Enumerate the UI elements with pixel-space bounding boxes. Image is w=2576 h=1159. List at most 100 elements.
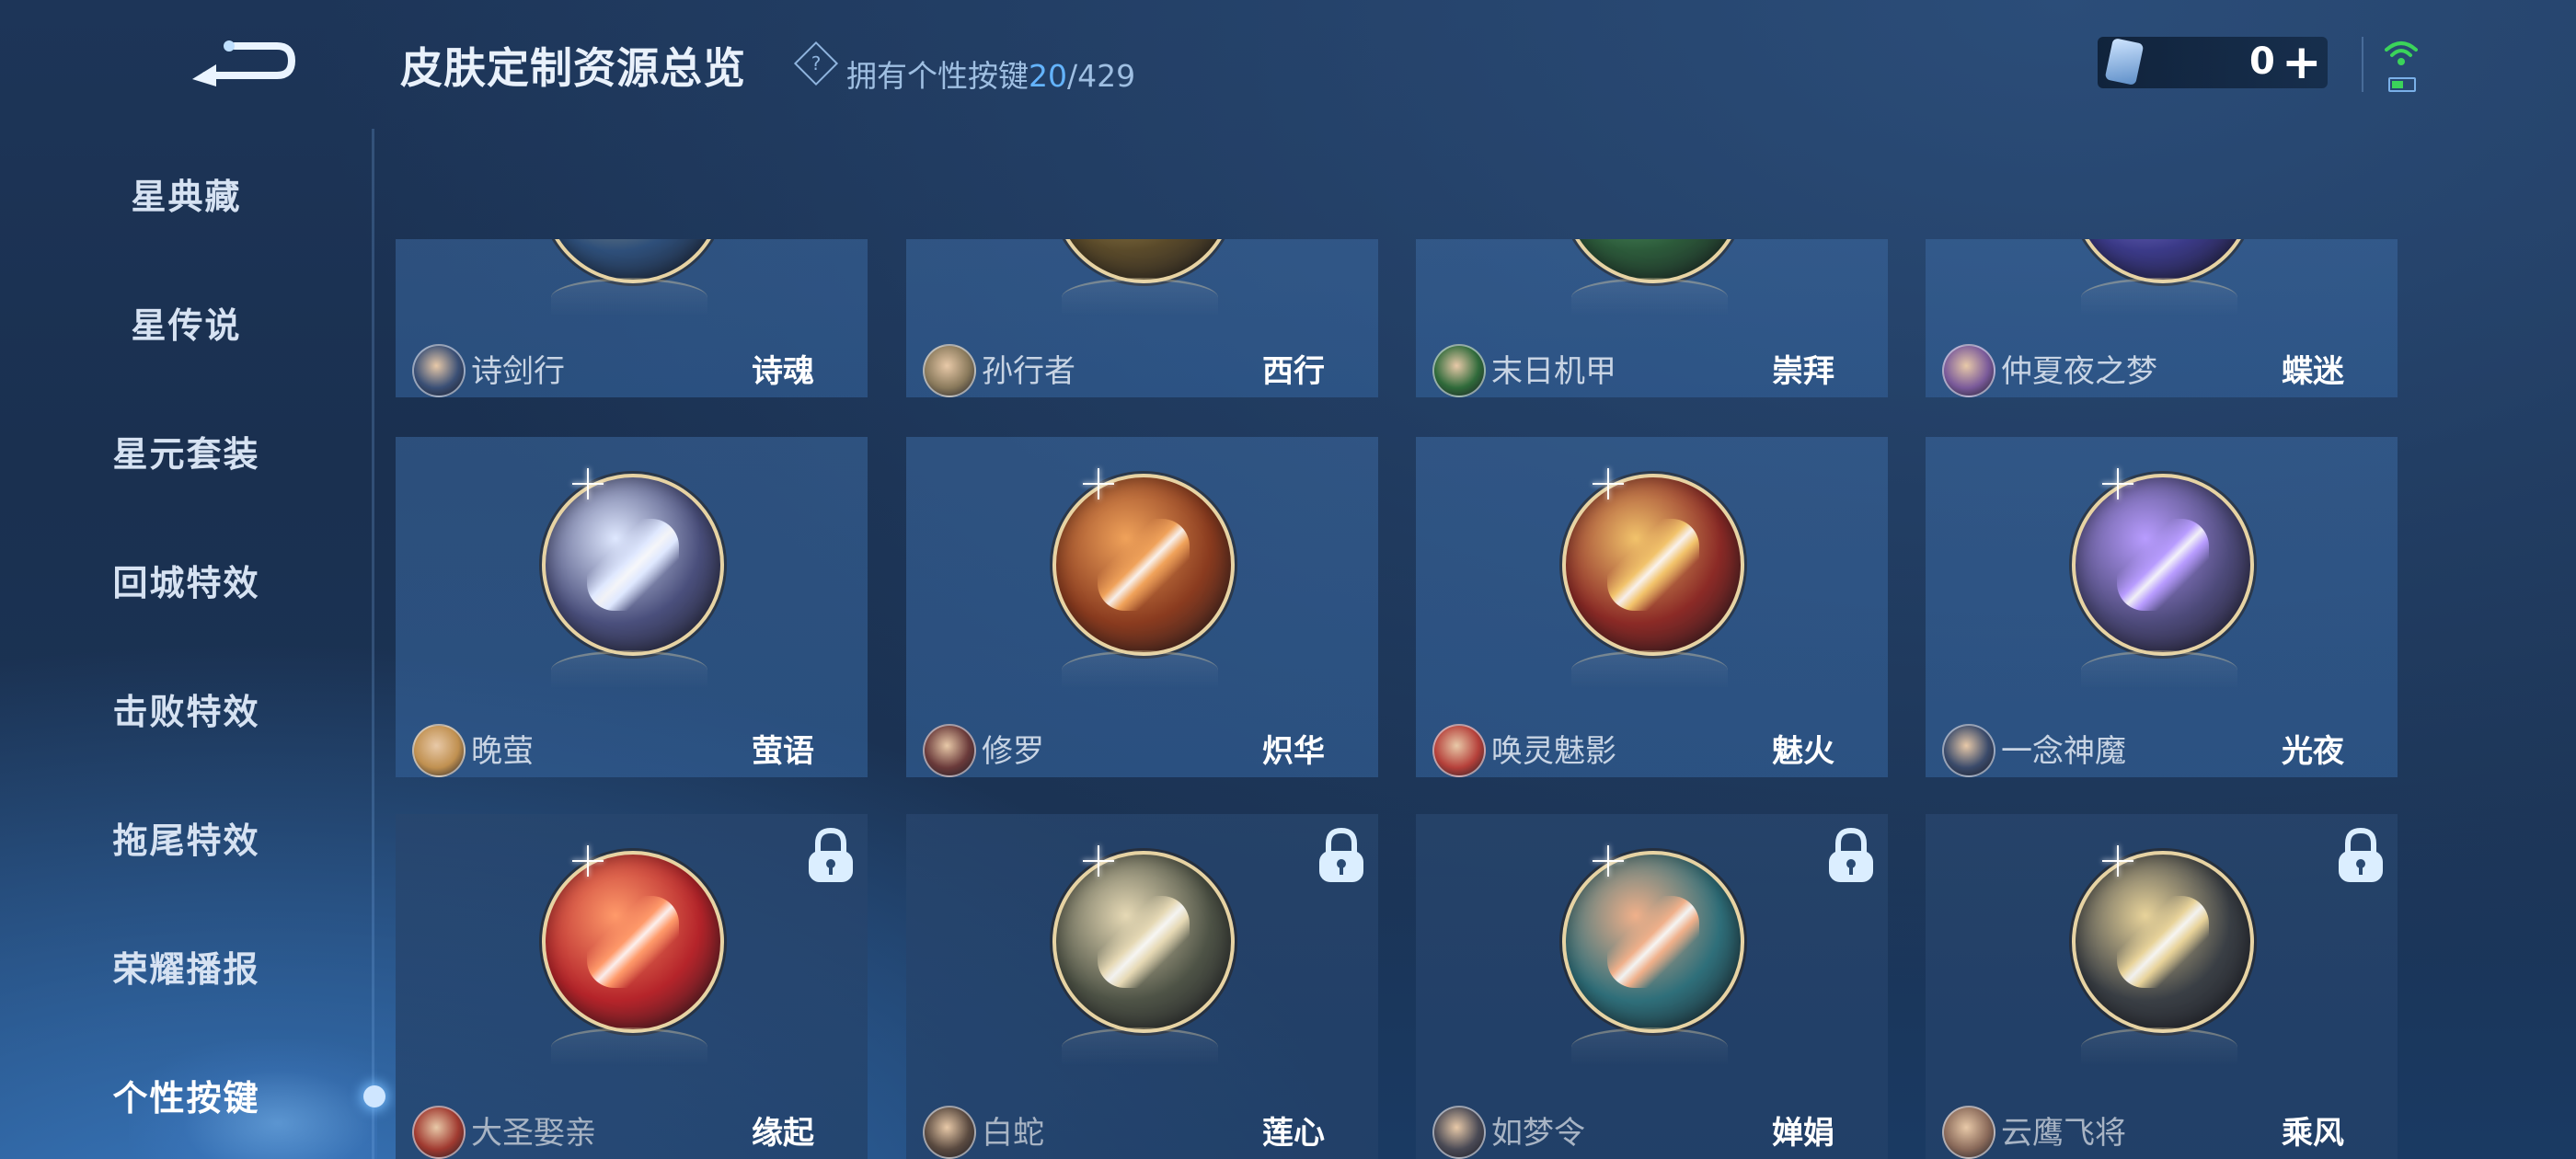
page-title: 皮肤定制资源总览 — [400, 43, 746, 93]
skin-emblem-icon — [542, 239, 724, 283]
skin-card[interactable]: 孙行者 西行 — [906, 239, 1378, 397]
sparkle-icon — [1083, 845, 1114, 877]
sidebar-item-label: 星典藏 — [131, 176, 242, 217]
hero-name: 唤灵魅影 — [1491, 733, 1616, 770]
sidebar-item-star-suit[interactable]: 星元套装 — [0, 409, 373, 492]
skin-card[interactable]: 修罗 炽华 — [906, 437, 1378, 777]
add-currency-button[interactable]: + — [2282, 37, 2322, 88]
lock-icon — [2339, 827, 2383, 882]
owned-count: 20 — [1029, 58, 1067, 94]
hero-name: 修罗 — [982, 733, 1044, 770]
skin-card[interactable]: 白蛇 莲心 — [906, 814, 1378, 1159]
sparkle-icon — [1083, 468, 1114, 499]
skin-card[interactable]: 如梦令 婵娟 — [1416, 814, 1888, 1159]
owned-total: /429 — [1067, 58, 1136, 94]
back-arrow-icon — [192, 40, 296, 86]
skin-card[interactable]: 末日机甲 崇拜 — [1416, 239, 1888, 397]
hero-avatar — [1432, 724, 1486, 777]
hero-avatar — [923, 1106, 976, 1159]
active-indicator-dot — [363, 1085, 385, 1107]
hero-avatar — [1432, 344, 1486, 397]
skin-card[interactable]: 诗剑行 诗魂 — [396, 239, 868, 397]
card-footer: 仲夏夜之梦 蝶迷 — [1926, 333, 2398, 397]
skin-card[interactable]: 云鹰飞将 乘风 — [1926, 814, 2398, 1159]
hero-name: 一念神魔 — [2001, 733, 2126, 770]
hero-avatar — [1432, 1106, 1486, 1159]
card-footer: 大圣娶亲 缘起 — [396, 1095, 868, 1159]
skin-name: 魅火 — [1772, 733, 1834, 770]
skin-name: 崇拜 — [1772, 353, 1834, 390]
skin-emblem-icon — [2072, 851, 2254, 1033]
help-icon[interactable]: ? — [793, 40, 839, 86]
emblem-reflection — [1571, 650, 1728, 690]
skin-emblem-icon — [1052, 851, 1235, 1033]
currency-display: 0 + — [2098, 37, 2328, 88]
skin-name: 萤语 — [752, 733, 814, 770]
skin-card[interactable]: 晚萤 萤语 — [396, 437, 868, 777]
emblem-reflection — [1571, 278, 1728, 317]
skin-emblem-icon — [1052, 239, 1235, 283]
hero-avatar — [1942, 344, 1995, 397]
currency-value: 0 — [2249, 40, 2275, 83]
crystal-card-icon — [2104, 37, 2145, 86]
card-footer: 末日机甲 崇拜 — [1416, 333, 1888, 397]
skin-name: 西行 — [1262, 353, 1325, 390]
lock-icon — [1319, 827, 1363, 882]
emblem-reflection — [551, 278, 707, 317]
sidebar-divider — [372, 129, 374, 1159]
lock-icon — [809, 827, 853, 882]
hero-name: 晚萤 — [471, 733, 534, 770]
hero-avatar — [412, 1106, 466, 1159]
skin-emblem-icon — [1562, 474, 1744, 656]
sidebar-item-trail-effect[interactable]: 拖尾特效 — [0, 796, 373, 878]
skin-card[interactable]: 唤灵魅影 魅火 — [1416, 437, 1888, 777]
sidebar-item-star-legend[interactable]: 星传说 — [0, 281, 373, 363]
hero-name: 孙行者 — [982, 353, 1075, 390]
battery-icon — [2388, 77, 2416, 92]
emblem-reflection — [551, 650, 707, 690]
skin-emblem-icon — [542, 474, 724, 656]
emblem-reflection — [1062, 650, 1218, 690]
card-footer: 白蛇 莲心 — [906, 1095, 1378, 1159]
sidebar-item-custom-buttons[interactable]: 个性按键 — [0, 1053, 373, 1136]
emblem-reflection — [1062, 1027, 1218, 1067]
sidebar-item-star-collection[interactable]: 星典藏 — [0, 152, 373, 235]
skin-card[interactable]: 大圣娶亲 缘起 — [396, 814, 868, 1159]
emblem-reflection — [2081, 650, 2237, 690]
sidebar-item-label: 回城特效 — [112, 562, 260, 603]
skin-name: 莲心 — [1262, 1115, 1325, 1152]
owned-label-text: 拥有个性按键 — [846, 58, 1029, 94]
sparkle-icon — [2102, 845, 2133, 877]
header-divider — [2362, 37, 2363, 92]
help-symbol: ? — [811, 52, 822, 75]
card-footer: 一念神魔 光夜 — [1926, 713, 2398, 777]
sidebar-item-label: 星传说 — [131, 304, 242, 346]
hero-avatar — [412, 724, 466, 777]
sidebar: 星典藏 星传说 星元套装 回城特效 击败特效 拖尾特效 荣耀播报 个性按键 — [0, 0, 385, 1159]
skin-name: 蝶迷 — [2282, 353, 2344, 390]
emblem-reflection — [551, 1027, 707, 1067]
hero-name: 仲夏夜之梦 — [2001, 353, 2157, 390]
sidebar-item-defeat-effect[interactable]: 击败特效 — [0, 667, 373, 750]
hero-name: 如梦令 — [1491, 1115, 1585, 1152]
back-button[interactable] — [189, 28, 299, 92]
sidebar-item-recall-effect[interactable]: 回城特效 — [0, 538, 373, 621]
skin-name: 光夜 — [2282, 733, 2344, 770]
skin-card[interactable]: 仲夏夜之梦 蝶迷 — [1926, 239, 2398, 397]
sparkle-icon — [2102, 468, 2133, 499]
skin-name: 缘起 — [752, 1115, 814, 1152]
sidebar-item-label: 个性按键 — [112, 1077, 260, 1119]
hero-name: 白蛇 — [982, 1115, 1044, 1152]
skin-emblem-icon — [1562, 851, 1744, 1033]
skin-name: 诗魂 — [752, 353, 814, 390]
skin-emblem-icon — [2072, 474, 2254, 656]
sidebar-item-label: 荣耀播报 — [112, 948, 260, 990]
hero-name: 诗剑行 — [471, 353, 565, 390]
lock-icon — [1829, 827, 1873, 882]
emblem-reflection — [1571, 1027, 1728, 1067]
skin-card[interactable]: 一念神魔 光夜 — [1926, 437, 2398, 777]
emblem-reflection — [2081, 278, 2237, 317]
sidebar-item-glory-broadcast[interactable]: 荣耀播报 — [0, 924, 373, 1007]
hero-name: 大圣娶亲 — [471, 1115, 596, 1152]
hero-avatar — [923, 344, 976, 397]
